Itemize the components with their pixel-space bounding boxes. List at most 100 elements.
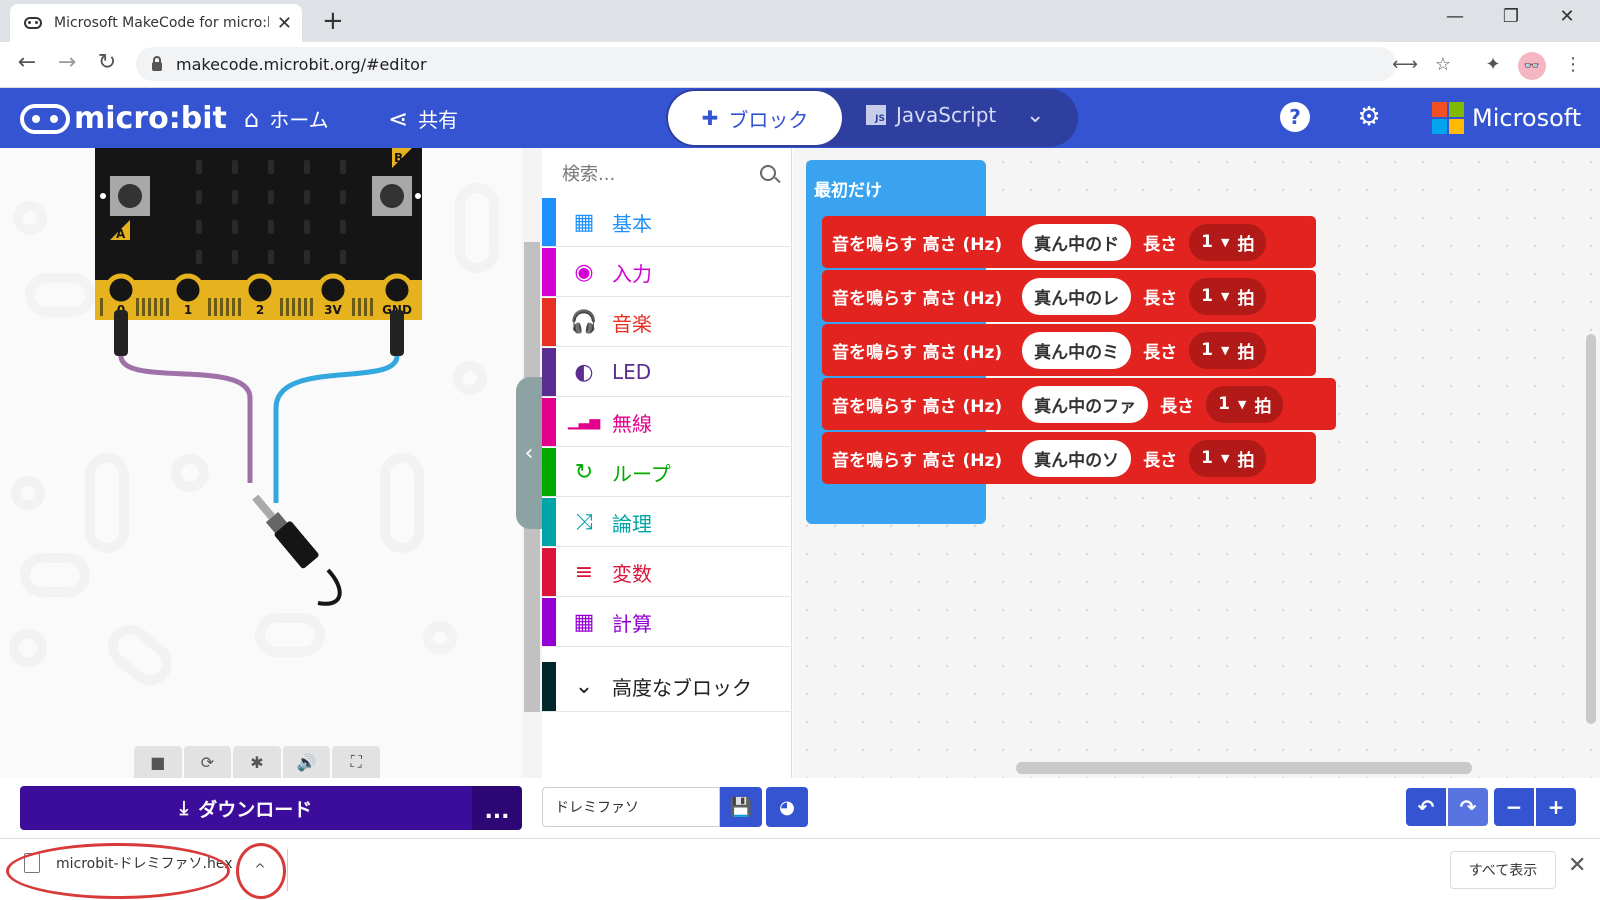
- category-music[interactable]: 🎧 音楽: [542, 298, 792, 347]
- note-selector[interactable]: 真ん中のファ: [1022, 385, 1149, 423]
- zoom-in-button[interactable]: +: [1536, 788, 1576, 826]
- category-color-bar: [542, 248, 556, 296]
- download-button[interactable]: ⤓ ダウンロード: [20, 786, 472, 830]
- share-label: 共有: [418, 108, 459, 132]
- show-all-downloads-button[interactable]: すべて表示: [1450, 851, 1556, 889]
- category-variables[interactable]: ≡ 変数: [542, 548, 792, 597]
- zoom-out-icon: −: [1505, 795, 1523, 819]
- play-tone-block[interactable]: 音を鳴らす 高さ (Hz) 真ん中のファ 長さ 1 ▼ 拍: [822, 378, 1336, 430]
- blocks-mode-button[interactable]: ✚ ブロック: [668, 91, 842, 145]
- settings-gear-icon[interactable]: ⚙: [1354, 102, 1384, 132]
- note-selector[interactable]: 真ん中のド: [1022, 223, 1132, 261]
- category-input[interactable]: ◉ 入力: [542, 248, 792, 297]
- play-tone-block[interactable]: 音を鳴らす 高さ (Hz) 真ん中のミ 長さ 1 ▼ 拍: [822, 324, 1316, 376]
- microbit-logo[interactable]: micro:bit: [20, 101, 227, 136]
- maximize-window-button[interactable]: ❐: [1496, 6, 1526, 27]
- browser-menu-icon[interactable]: ⋮: [1560, 54, 1586, 75]
- download-label: ダウンロード: [198, 798, 313, 821]
- headphone-cable: [114, 310, 404, 606]
- profile-avatar[interactable]: 👓: [1518, 52, 1546, 80]
- save-project-button[interactable]: 💾: [720, 787, 762, 827]
- beat-value: 1: [1201, 286, 1214, 306]
- reload-button[interactable]: ↻: [92, 50, 122, 75]
- category-math[interactable]: ▦ 計算: [542, 598, 792, 647]
- close-shelf-icon[interactable]: ✕: [1568, 853, 1586, 878]
- close-window-button[interactable]: ✕: [1552, 6, 1582, 27]
- category-color-bar: [542, 598, 556, 646]
- beat-dropdown[interactable]: 1 ▼ 拍: [1189, 223, 1267, 261]
- translate-icon[interactable]: ⟷: [1392, 54, 1418, 75]
- share-button[interactable]: ⋖ 共有: [388, 104, 458, 133]
- beat-dropdown[interactable]: 1 ▼ 拍: [1189, 277, 1267, 315]
- stop-simulator-button[interactable]: ■: [134, 746, 182, 778]
- bookmark-star-icon[interactable]: ☆: [1430, 54, 1456, 75]
- workspace-vertical-scrollbar[interactable]: [1586, 334, 1596, 724]
- chevron-up-icon: ^: [254, 862, 266, 878]
- downloaded-file-item[interactable]: microbit-ドレミファソ.hex: [24, 853, 233, 873]
- restart-simulator-button[interactable]: ⟳: [183, 746, 232, 778]
- home-icon: ⌂: [244, 104, 260, 133]
- address-bar[interactable]: makecode.microbit.org/#editor: [136, 47, 1396, 81]
- download-more-button[interactable]: ...: [472, 786, 522, 830]
- beat-dropdown[interactable]: 1 ▼ 拍: [1206, 385, 1284, 423]
- search-input[interactable]: 検索...: [562, 160, 760, 186]
- note-selector[interactable]: 真ん中のレ: [1022, 277, 1132, 315]
- project-name-input[interactable]: [542, 787, 720, 827]
- category-basic[interactable]: ▦ 基本: [542, 198, 792, 247]
- headphones-icon: 🎧: [570, 309, 598, 335]
- tab-close-icon[interactable]: ✕: [277, 13, 292, 34]
- beat-dropdown[interactable]: 1 ▼ 拍: [1189, 331, 1267, 369]
- zoom-in-icon: +: [1547, 795, 1565, 819]
- category-label: ループ: [612, 461, 671, 486]
- toolbox-search[interactable]: 検索...: [542, 148, 792, 198]
- note-selector[interactable]: 真ん中のミ: [1022, 331, 1132, 369]
- undo-button[interactable]: ↶: [1406, 788, 1446, 826]
- category-led[interactable]: ◐ LED: [542, 348, 792, 397]
- mute-simulator-button[interactable]: 🔊: [282, 746, 331, 778]
- github-button[interactable]: ◕: [766, 787, 808, 827]
- javascript-mode-button[interactable]: JS JavaScript: [866, 103, 996, 127]
- blocks-label: ブロック: [728, 107, 809, 132]
- extensions-icon[interactable]: ✦: [1480, 54, 1506, 75]
- category-label: 計算: [612, 611, 652, 636]
- collapse-simulator-button[interactable]: ‹: [516, 377, 542, 529]
- minimize-window-button[interactable]: —: [1440, 6, 1470, 27]
- shelf-divider: [287, 849, 288, 891]
- forward-button[interactable]: →: [52, 50, 82, 75]
- new-tab-button[interactable]: +: [322, 6, 344, 36]
- length-label: 長さ: [1143, 234, 1178, 255]
- back-button[interactable]: ←: [12, 50, 42, 75]
- category-label: 基本: [612, 211, 652, 236]
- beat-value: 1: [1201, 232, 1214, 252]
- note-selector[interactable]: 真ん中のソ: [1022, 439, 1132, 477]
- length-label: 長さ: [1143, 288, 1178, 309]
- play-tone-block[interactable]: 音を鳴らす 高さ (Hz) 真ん中のド 長さ 1 ▼ 拍: [822, 216, 1316, 268]
- category-advanced[interactable]: ⌄ 高度なブロック: [542, 662, 792, 712]
- language-dropdown-icon[interactable]: ⌄: [1026, 103, 1044, 128]
- play-tone-block[interactable]: 音を鳴らす 高さ (Hz) 真ん中のレ 長さ 1 ▼ 拍: [822, 270, 1316, 322]
- play-tone-block[interactable]: 音を鳴らす 高さ (Hz) 真ん中のソ 長さ 1 ▼ 拍: [822, 432, 1316, 484]
- simulator-toolbar: ■ ⟳ ✱ 🔊 ⛶: [134, 746, 380, 778]
- category-radio[interactable]: ▁▃▅ 無線: [542, 398, 792, 447]
- dropdown-triangle-icon: ▼: [1238, 397, 1247, 411]
- beat-dropdown[interactable]: 1 ▼ 拍: [1189, 439, 1267, 477]
- length-label: 長さ: [1143, 342, 1178, 363]
- category-loops[interactable]: ↻ ループ: [542, 448, 792, 497]
- help-icon[interactable]: ?: [1280, 102, 1310, 132]
- dropdown-triangle-icon: ▼: [1221, 343, 1230, 357]
- category-logic[interactable]: ⤨ 論理: [542, 498, 792, 547]
- signal-bars-icon: ▁▃▅: [567, 414, 601, 430]
- browser-tab[interactable]: Microsoft MakeCode for micro:bit ✕: [10, 4, 302, 42]
- fullscreen-simulator-button[interactable]: ⛶: [332, 746, 380, 778]
- category-label: 無線: [612, 411, 652, 436]
- debug-simulator-button[interactable]: ✱: [233, 746, 281, 778]
- microbit-favicon-icon: [24, 17, 42, 29]
- home-button[interactable]: ⌂ ホーム: [244, 104, 329, 133]
- microsoft-logo[interactable]: Microsoft: [1432, 102, 1581, 134]
- workspace-horizontal-scrollbar[interactable]: [1016, 762, 1472, 774]
- tab-title: Microsoft MakeCode for micro:bit: [54, 15, 269, 31]
- redo-button[interactable]: ↷: [1448, 788, 1488, 826]
- zoom-out-button[interactable]: −: [1494, 788, 1534, 826]
- download-options-button[interactable]: ^: [240, 853, 280, 887]
- length-label: 長さ: [1160, 396, 1195, 417]
